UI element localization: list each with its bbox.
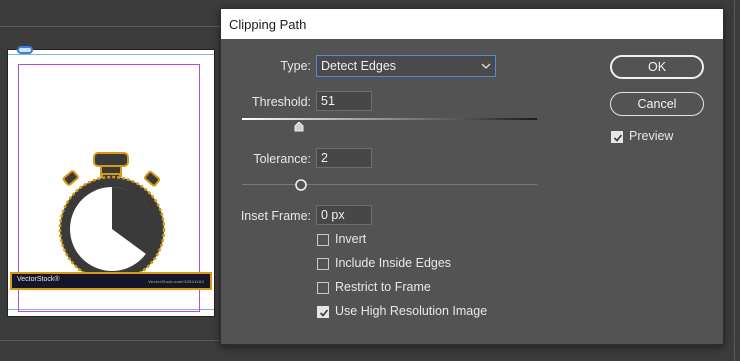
preview-checkbox[interactable] (611, 131, 623, 143)
document-page: VectorStock® VectorStock.com/32541163 (8, 50, 214, 316)
chevron-down-icon (481, 63, 491, 69)
cancel-button[interactable]: Cancel (610, 92, 704, 116)
ok-button[interactable]: OK (610, 55, 704, 79)
checkmark-icon (319, 309, 329, 317)
preview-label: Preview (629, 129, 674, 143)
inset-frame-input[interactable]: 0 px (316, 205, 372, 225)
tolerance-slider-handle[interactable] (295, 179, 307, 191)
ruler-guide (0, 340, 220, 341)
threshold-slider-track[interactable] (242, 118, 537, 120)
restrict-to-frame-label: Restrict to Frame (335, 280, 431, 294)
stopwatch-image[interactable] (56, 150, 168, 290)
restrict-to-frame-checkbox[interactable] (317, 282, 329, 294)
bleed-guide (8, 54, 214, 55)
invert-checkbox[interactable] (317, 234, 329, 246)
ruler-guide (0, 26, 220, 27)
banner-url-text: VectorStock.com/32541163 (148, 279, 204, 284)
tolerance-input[interactable]: 2 (316, 148, 372, 168)
ruler-guide (734, 0, 735, 361)
type-select-value: Detect Edges (321, 59, 397, 73)
type-label: Type: (280, 59, 311, 73)
invert-label: Invert (335, 232, 367, 246)
checkmark-icon (613, 134, 623, 142)
tolerance-slider-track[interactable] (242, 184, 537, 185)
tolerance-label: Tolerance: (253, 152, 311, 166)
inset-frame-label: Inset Frame: (240, 209, 311, 223)
link-icon[interactable] (17, 46, 33, 54)
threshold-input[interactable]: 51 (316, 91, 372, 111)
clipping-path-dialog: Clipping Path Type: Detect Edges Thresho… (220, 8, 724, 345)
use-high-resolution-checkbox[interactable] (317, 306, 329, 318)
dialog-titlebar[interactable]: Clipping Path (221, 9, 723, 39)
type-select[interactable]: Detect Edges (316, 55, 496, 77)
dialog-title: Clipping Path (229, 16, 307, 32)
include-inside-edges-checkbox[interactable] (317, 258, 329, 270)
use-high-resolution-label: Use High Resolution Image (335, 304, 488, 318)
threshold-slider-handle[interactable] (294, 122, 304, 132)
threshold-label: Threshold: (251, 95, 311, 109)
include-inside-edges-label: Include Inside Edges (335, 256, 452, 270)
banner-logo-text: VectorStock® (17, 276, 60, 283)
vectorstock-banner: VectorStock® VectorStock.com/32541163 (10, 272, 212, 290)
